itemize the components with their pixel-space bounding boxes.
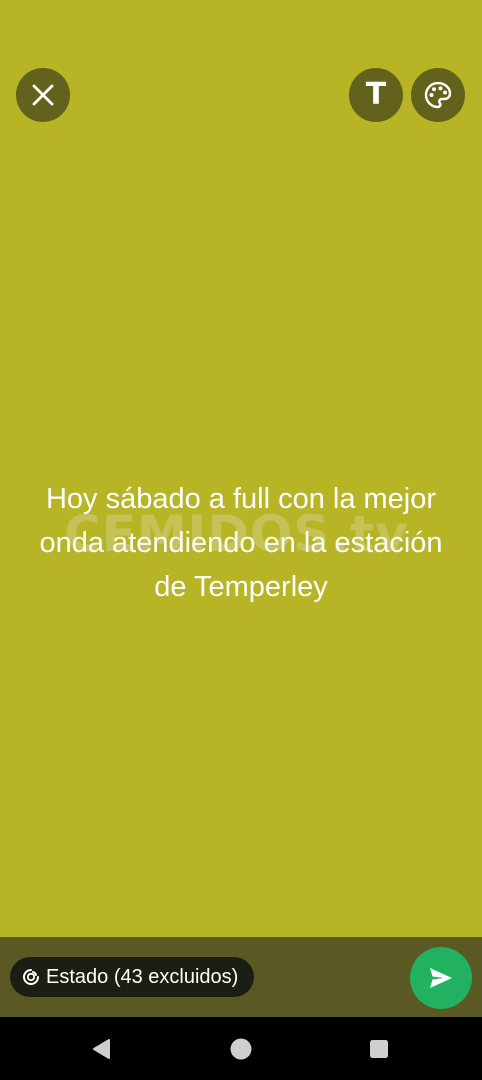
send-icon — [430, 968, 452, 988]
nav-back-button[interactable] — [72, 1017, 132, 1080]
palette-icon — [424, 81, 452, 109]
back-triangle-icon — [93, 1038, 110, 1059]
nav-home-button[interactable] — [211, 1017, 271, 1080]
audience-label: Estado (43 excluidos) — [46, 965, 239, 988]
close-button[interactable] — [16, 68, 70, 122]
nav-recents-button[interactable] — [349, 1017, 409, 1080]
text-tool-glyph: T — [365, 77, 387, 112]
bottom-bar: Estado (43 excluidos) — [0, 937, 482, 1017]
recents-square-icon — [370, 1039, 388, 1058]
status-canvas[interactable] — [0, 0, 482, 937]
system-nav-bar — [0, 1017, 482, 1080]
status-text[interactable]: Hoy sábado a full con la mejor onda aten… — [20, 477, 462, 609]
send-button[interactable] — [410, 947, 472, 1009]
close-icon — [32, 84, 54, 106]
audience-selector[interactable]: Estado (43 excluidos) — [10, 957, 255, 997]
home-circle-icon — [230, 1038, 252, 1059]
background-color-button[interactable] — [411, 68, 465, 122]
text-tool-button[interactable]: T — [349, 68, 403, 122]
status-ring-icon — [23, 969, 39, 985]
